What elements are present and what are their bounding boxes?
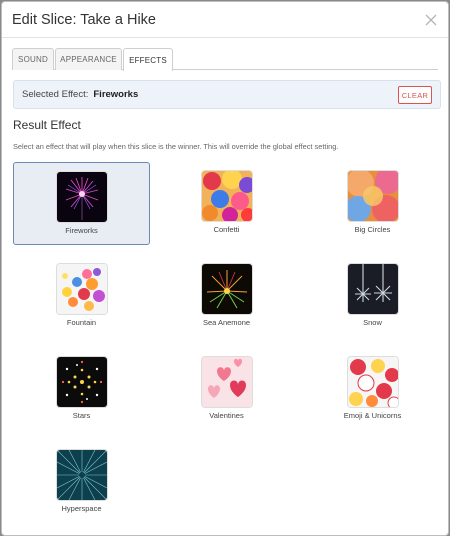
modal-title: Edit Slice: Take a Hike [12,11,156,28]
effect-stars[interactable]: Stars [13,348,150,431]
effect-label: Snow [363,318,382,327]
effect-sea-anemone[interactable]: Sea Anemone [158,255,295,338]
effect-label: Emoji & Unicorns [343,411,402,420]
snow-thumbnail [347,264,398,314]
effect-label: Fireworks [65,226,98,235]
fireworks-thumbnail [56,172,107,222]
close-icon[interactable] [424,13,438,27]
selected-effect-bar: Selected Effect: Fireworks CLEAR [13,80,441,109]
clear-button[interactable]: CLEAR [398,86,432,104]
tab-effects[interactable]: EFFECTS [123,48,173,71]
edit-slice-modal: Edit Slice: Take a Hike SOUND APPEARANCE… [1,1,449,536]
valentines-thumbnail [201,357,252,407]
effect-label: Valentines [209,411,244,420]
effect-label: Hyperspace [61,504,102,513]
section-description: Select an effect that will play when thi… [13,142,339,151]
selected-effect-label: Selected Effect: [22,89,89,100]
tab-bar: SOUND APPEARANCE EFFECTS [12,48,438,71]
effect-label: Stars [72,411,91,420]
big-circles-thumbnail [347,171,398,221]
effect-emoji-unicorns[interactable]: Emoji & Unicorns [304,348,441,431]
effect-fountain[interactable]: Fountain [13,255,150,338]
effect-hyperspace[interactable]: Hyperspace [13,441,150,524]
emoji-unicorns-thumbnail [347,357,398,407]
effect-big-circles[interactable]: Big Circles [304,162,441,245]
tab-sound[interactable]: SOUND [12,48,54,70]
effect-fireworks[interactable]: Fireworks [13,162,150,245]
tab-appearance[interactable]: APPEARANCE [55,48,122,70]
sea-anemone-thumbnail [201,264,252,314]
selected-effect-value: Fireworks [93,89,139,100]
effect-confetti[interactable]: Confetti [158,162,295,245]
hyperspace-thumbnail [56,450,107,500]
effect-valentines[interactable]: Valentines [158,348,295,431]
confetti-thumbnail [201,171,252,221]
stars-thumbnail [56,357,107,407]
effect-label: Fountain [66,318,97,327]
modal-header: Edit Slice: Take a Hike [2,2,448,38]
section-title: Result Effect [13,118,81,132]
effect-label: Confetti [213,225,240,234]
effect-snow[interactable]: Snow [304,255,441,338]
fountain-thumbnail [56,264,107,314]
effect-label: Sea Anemone [202,318,251,327]
effect-label: Big Circles [354,225,391,234]
